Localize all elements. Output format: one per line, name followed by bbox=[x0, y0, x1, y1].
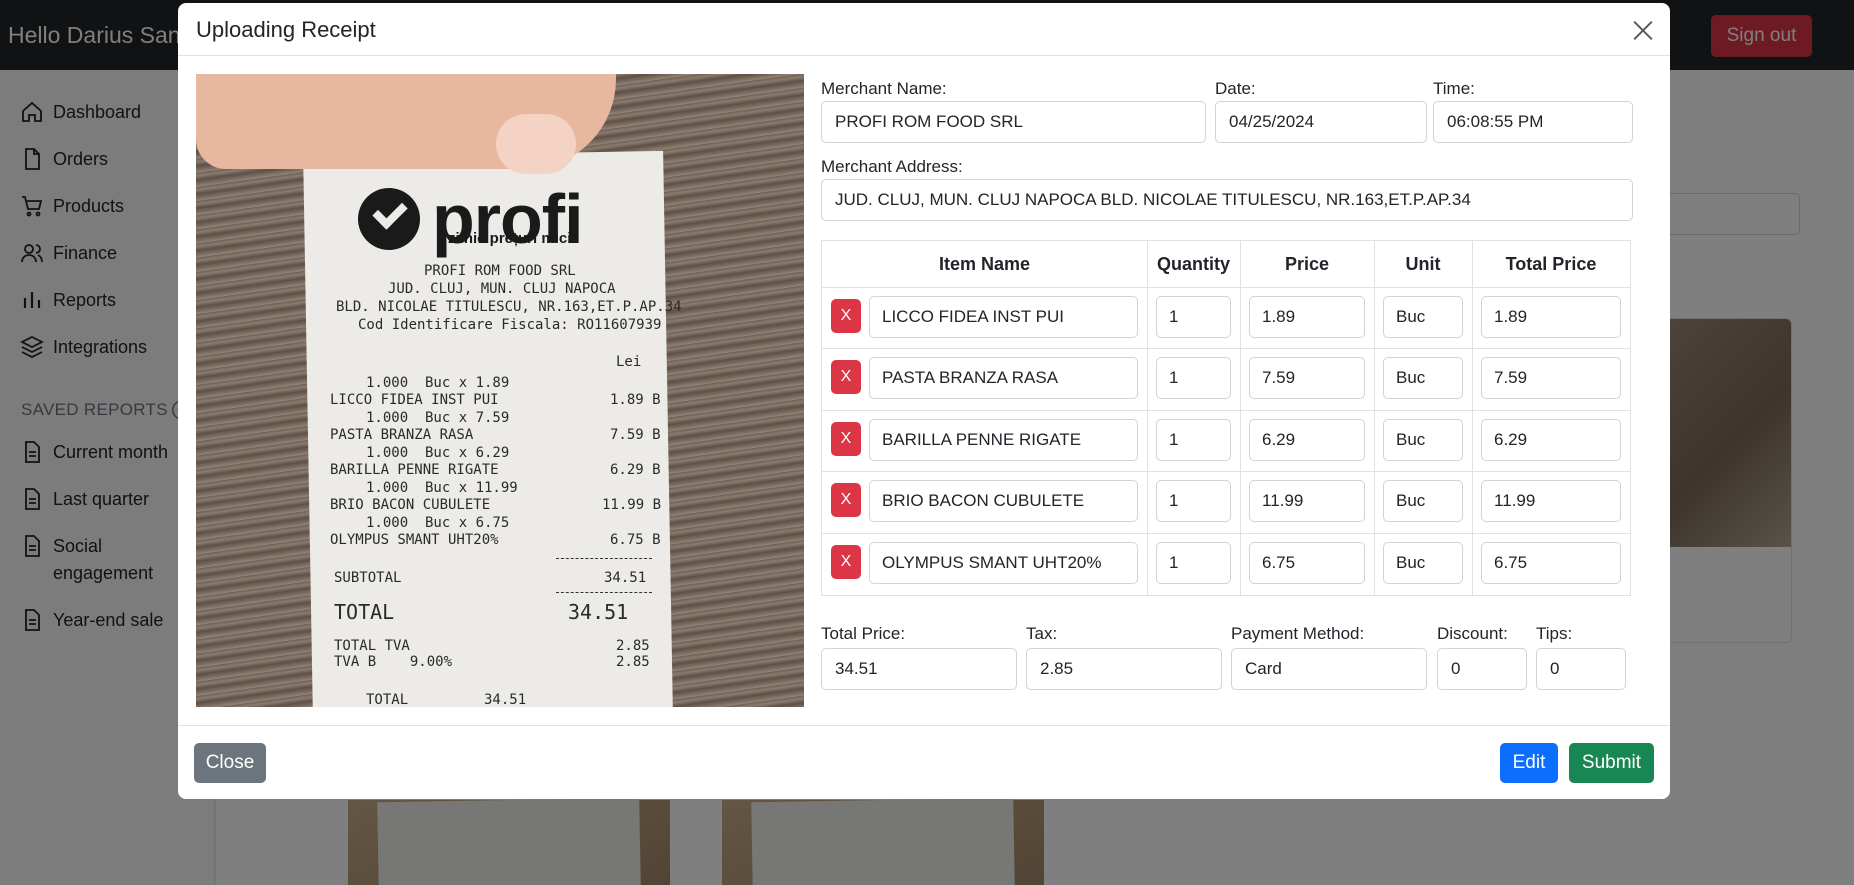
total-price-input[interactable]: 6.29 bbox=[1481, 419, 1621, 461]
modal-header: Uploading Receipt bbox=[178, 3, 1670, 56]
receipt-entry-name: LICCO FIDEA INST PUI bbox=[330, 392, 499, 408]
receipt-entry-name: BRIO BACON CUBULETE bbox=[330, 497, 491, 513]
receipt-line: PROFI ROM FOOD SRL bbox=[424, 263, 576, 279]
merchant-address-input[interactable]: JUD. CLUJ, MUN. CLUJ NAPOCA BLD. NICOLAE… bbox=[821, 179, 1633, 221]
receipt-entry-name: BARILLA PENNE RIGATE bbox=[330, 462, 499, 478]
col-header-price: Price bbox=[1284, 253, 1330, 274]
date-label: Date: bbox=[1215, 79, 1256, 98]
receipt-tva: 2.85 bbox=[616, 638, 650, 654]
col-header-quantity: Quantity bbox=[1156, 253, 1230, 274]
quantity-input[interactable]: 1 bbox=[1156, 542, 1231, 584]
remove-item-button[interactable]: X bbox=[831, 483, 861, 517]
receipt-entry-amount: 1.89 B bbox=[610, 392, 661, 408]
receipt-entry-qty: 1.000 Buc x 6.29 bbox=[366, 445, 510, 461]
edit-button[interactable]: Edit bbox=[1500, 743, 1558, 783]
unit-input[interactable]: Buc bbox=[1383, 357, 1463, 399]
receipt-entry-amount: 6.29 B bbox=[610, 462, 661, 478]
tips-label: Tips: bbox=[1536, 624, 1573, 643]
receipt-entry-qty: 1.000 Buc x 6.75 bbox=[366, 515, 510, 531]
time-input[interactable]: 06:08:55 PM bbox=[1433, 101, 1633, 143]
receipt-entry-amount: 7.59 B bbox=[610, 427, 661, 443]
modal-title: Uploading Receipt bbox=[196, 17, 376, 42]
col-header-item-name: Item Name bbox=[938, 253, 1031, 274]
tips-field[interactable]: 0 bbox=[1536, 648, 1626, 690]
remove-item-button[interactable]: X bbox=[831, 360, 861, 394]
receipt-entry-qty: 1.000 Buc x 11.99 bbox=[366, 480, 518, 496]
item-name-input[interactable]: LICCO FIDEA INST PUI bbox=[869, 296, 1138, 338]
table-row: X BRIO BACON CUBULETE 1 11.99 Buc 11.99 bbox=[822, 472, 1630, 533]
receipt-subtotal-label: SUBTOTAL bbox=[334, 570, 402, 586]
unit-input[interactable]: Buc bbox=[1383, 296, 1463, 338]
receipt-subtotal: 34.51 bbox=[604, 570, 647, 586]
receipt-total-label: TOTAL bbox=[334, 600, 395, 624]
price-input[interactable]: 7.59 bbox=[1249, 357, 1365, 399]
receipt-entry-name: PASTA BRANZA RASA bbox=[330, 427, 474, 443]
tax-field[interactable]: 2.85 bbox=[1026, 648, 1222, 690]
modal-footer: Close Edit Submit bbox=[178, 725, 1670, 799]
payment-method-field[interactable]: Card bbox=[1231, 648, 1427, 690]
price-input[interactable]: 6.29 bbox=[1249, 419, 1365, 461]
item-name-input[interactable]: BRIO BACON CUBULETE bbox=[869, 480, 1138, 522]
table-row: X LICCO FIDEA INST PUI 1 1.89 Buc 1.89 bbox=[822, 288, 1630, 349]
total-price-label: Total Price: bbox=[821, 624, 906, 643]
item-name-input[interactable]: OLYMPUS SMANT UHT20% bbox=[869, 542, 1138, 584]
price-input[interactable]: 6.75 bbox=[1249, 542, 1365, 584]
total-price-input[interactable]: 6.75 bbox=[1481, 542, 1621, 584]
unit-input[interactable]: Buc bbox=[1383, 419, 1463, 461]
receipt-bottom: 34.51 bbox=[484, 692, 527, 707]
receipt-currency: Lei bbox=[616, 354, 642, 370]
receipt-tvab-label: TVA B 9.00% bbox=[334, 654, 453, 670]
receipt-entry-amount: 11.99 B bbox=[602, 497, 662, 513]
receipt-entry-qty: 1.000 Buc x 7.59 bbox=[366, 410, 510, 426]
upload-receipt-modal: Uploading Receipt profi zilnic prețuri m… bbox=[178, 3, 1670, 799]
total-price-input[interactable]: 7.59 bbox=[1481, 357, 1621, 399]
receipt-entry-qty: 1.000 Buc x 1.89 bbox=[366, 375, 510, 391]
price-input[interactable]: 1.89 bbox=[1249, 296, 1365, 338]
col-header-total-price: Total Price bbox=[1505, 253, 1597, 274]
item-name-input[interactable]: PASTA BRANZA RASA bbox=[869, 357, 1138, 399]
receipt-tva-label: TOTAL TVA bbox=[334, 638, 410, 654]
payment-method-label: Payment Method: bbox=[1231, 624, 1365, 643]
item-name-input[interactable]: BARILLA PENNE RIGATE bbox=[869, 419, 1138, 461]
unit-input[interactable]: Buc bbox=[1383, 480, 1463, 522]
remove-item-button[interactable]: X bbox=[831, 545, 861, 579]
submit-button[interactable]: Submit bbox=[1569, 743, 1654, 783]
quantity-input[interactable]: 1 bbox=[1156, 357, 1231, 399]
close-icon[interactable] bbox=[1630, 17, 1656, 43]
price-input[interactable]: 11.99 bbox=[1249, 480, 1365, 522]
total-price-input[interactable]: 11.99 bbox=[1481, 480, 1621, 522]
date-input[interactable]: 04/25/2024 bbox=[1215, 101, 1427, 143]
total-price-field[interactable]: 34.51 bbox=[821, 648, 1017, 690]
merchant-name-input[interactable]: PROFI ROM FOOD SRL bbox=[821, 101, 1206, 143]
receipt-entry-name: OLYMPUS SMANT UHT20% bbox=[330, 532, 499, 548]
receipt-total: 34.51 bbox=[568, 600, 629, 624]
merchant-address-label: Merchant Address: bbox=[821, 157, 963, 176]
merchant-name-label: Merchant Name: bbox=[821, 79, 947, 98]
tax-label: Tax: bbox=[1026, 624, 1058, 643]
table-row: X BARILLA PENNE RIGATE 1 6.29 Buc 6.29 bbox=[822, 411, 1630, 472]
receipt-tvab: 2.85 bbox=[616, 654, 650, 670]
time-label: Time: bbox=[1433, 79, 1475, 98]
remove-item-button[interactable]: X bbox=[831, 422, 861, 456]
discount-field[interactable]: 0 bbox=[1437, 648, 1527, 690]
receipt-slogan: zilnic prețuri mici bbox=[448, 230, 572, 247]
remove-item-button[interactable]: X bbox=[831, 299, 861, 333]
total-price-input[interactable]: 1.89 bbox=[1481, 296, 1621, 338]
close-button[interactable]: Close bbox=[194, 743, 266, 783]
receipt-image: profi zilnic prețuri mici PROFI ROM FOOD… bbox=[196, 74, 804, 707]
items-table: Item Name Quantity Price Unit Total Pric… bbox=[821, 240, 1631, 596]
table-row: X PASTA BRANZA RASA 1 7.59 Buc 7.59 bbox=[822, 349, 1630, 410]
unit-input[interactable]: Buc bbox=[1383, 542, 1463, 584]
receipt-line: BLD. NICOLAE TITULESCU, NR.163,ET.P.AP.3… bbox=[336, 299, 682, 315]
discount-label: Discount: bbox=[1437, 624, 1508, 643]
table-row: X OLYMPUS SMANT UHT20% 1 6.75 Buc 6.75 bbox=[822, 534, 1630, 595]
receipt-line: Cod Identificare Fiscala: RO11607939 bbox=[358, 317, 662, 333]
col-header-unit: Unit bbox=[1405, 253, 1441, 274]
receipt-bottom-label: TOTAL bbox=[366, 692, 409, 707]
quantity-input[interactable]: 1 bbox=[1156, 296, 1231, 338]
quantity-input[interactable]: 1 bbox=[1156, 419, 1231, 461]
receipt-entry-amount: 6.75 B bbox=[610, 532, 661, 548]
quantity-input[interactable]: 1 bbox=[1156, 480, 1231, 522]
receipt-line: JUD. CLUJ, MUN. CLUJ NAPOCA bbox=[388, 281, 616, 297]
